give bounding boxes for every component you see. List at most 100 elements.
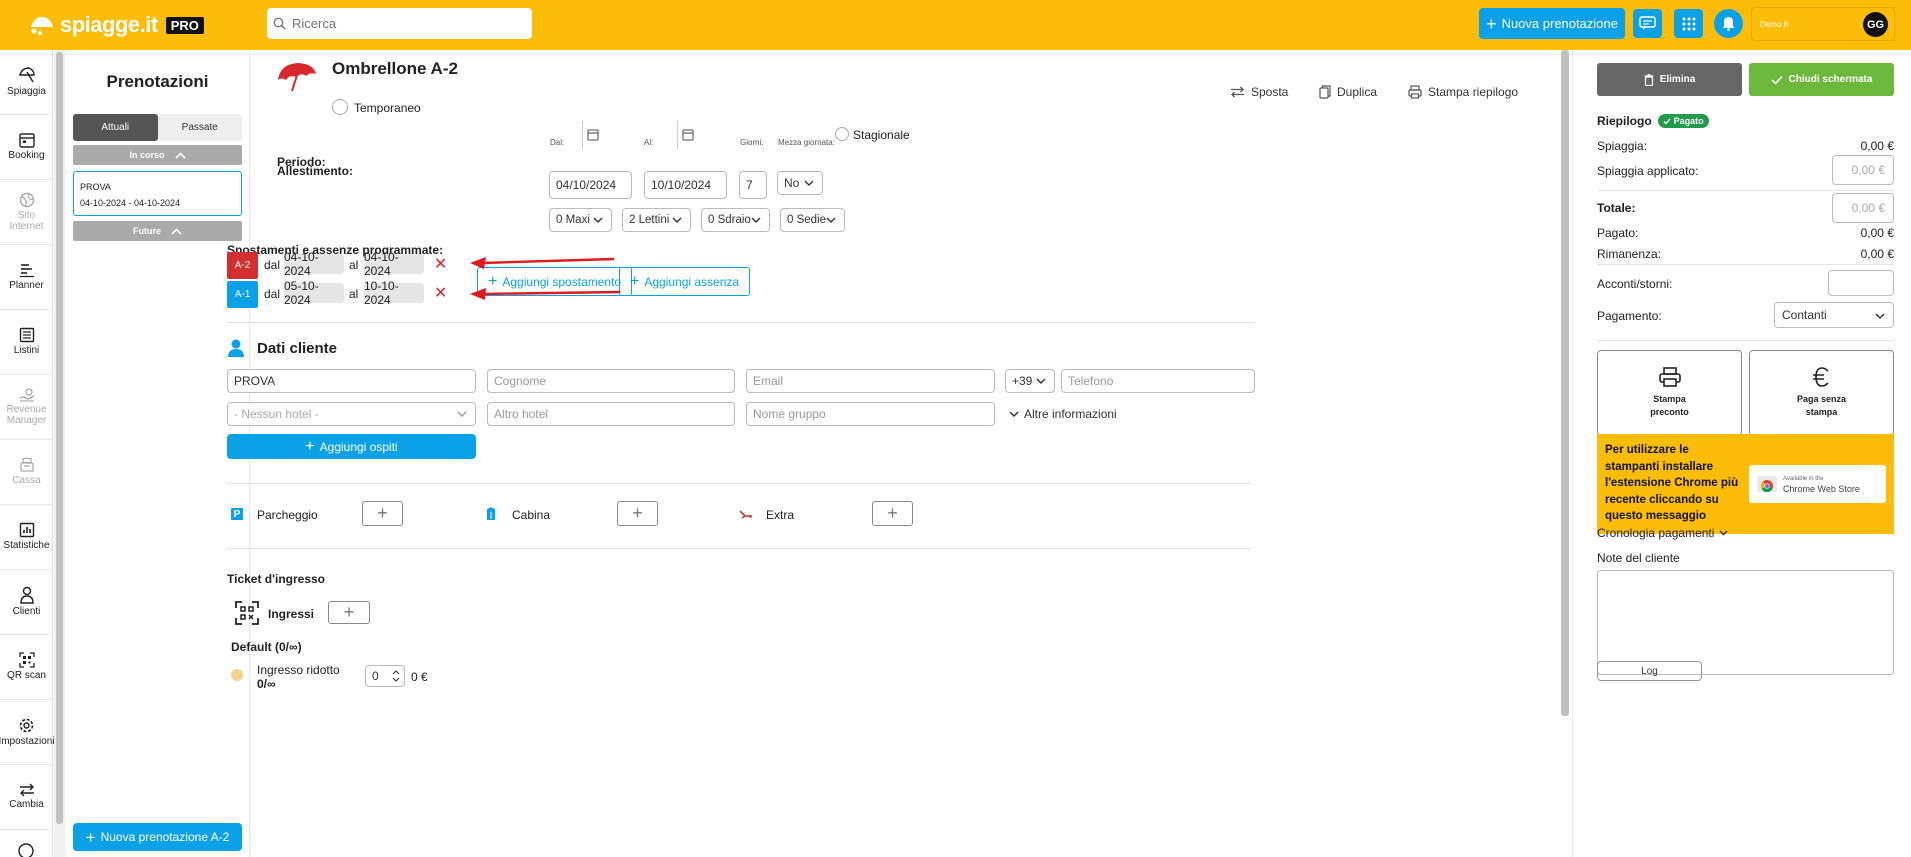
section-current-toggle[interactable]: In corso	[73, 145, 242, 165]
remove-move-icon[interactable]: ✕	[434, 254, 447, 274]
from-word: dal	[264, 287, 281, 301]
pay-no-print-button[interactable]: Paga senza stampa	[1749, 350, 1894, 436]
print-preaccount-button[interactable]: Stampa preconto	[1597, 350, 1742, 436]
main-scrollbar[interactable]	[1560, 50, 1570, 857]
logo-icon	[31, 17, 53, 35]
nav-item-clienti[interactable]: Clienti	[0, 570, 53, 635]
move-from-date[interactable]: 05-10-2024	[284, 279, 344, 307]
notes-label: Note del cliente	[1597, 551, 1680, 565]
search-input[interactable]	[292, 16, 512, 31]
group-name-field[interactable]: Nome gruppo	[746, 402, 995, 426]
nav-label: Listini	[13, 345, 40, 357]
add-cabin-button[interactable]: +	[617, 501, 658, 526]
add-guests-button[interactable]: + Aggiungi ospiti	[227, 434, 476, 459]
stepper-arrows-icon[interactable]	[392, 668, 400, 684]
delete-button[interactable]: Elimina	[1597, 63, 1742, 96]
plus-icon: +	[630, 272, 640, 290]
applied-input[interactable]: 0,00 €	[1832, 155, 1894, 185]
total-input[interactable]: 0,00 €	[1832, 193, 1894, 223]
umbrella-icon	[18, 67, 35, 83]
from-word: dal	[264, 258, 281, 272]
hotel-select[interactable]: - Nessun hotel -	[227, 402, 476, 426]
move-button[interactable]: Sposta	[1230, 85, 1288, 99]
move-from-date[interactable]: 04-10-2024	[284, 250, 344, 278]
user-name: Demo 8	[1760, 20, 1789, 29]
add-extra-button[interactable]: +	[872, 501, 913, 526]
print-summary-label: Stampa riepilogo	[1428, 85, 1519, 99]
nav-label: QR scan	[7, 670, 46, 682]
tab-current[interactable]: Attuali	[73, 114, 158, 141]
setup-label: Allestimento:	[277, 164, 354, 178]
nav-item-qr-scan[interactable]: QR scan	[0, 635, 53, 700]
new-booking-spot-button[interactable]: + Nuova prenotazione A-2	[73, 823, 242, 851]
name-field[interactable]: PROVA	[227, 369, 476, 393]
notifications-button[interactable]	[1714, 9, 1743, 38]
payment-history-toggle[interactable]: Cronologia pagamenti	[1597, 526, 1728, 540]
other-hotel-field[interactable]: Altro hotel	[487, 402, 735, 426]
nav-item-planner[interactable]: Planner	[0, 245, 53, 310]
to-label: Al:	[644, 138, 654, 147]
section-future-toggle[interactable]: Future	[73, 221, 242, 241]
nav-item-booking[interactable]: Booking	[0, 115, 53, 180]
print-summary-button[interactable]: Stampa riepilogo	[1408, 85, 1518, 99]
chrome-web-store-badge[interactable]: Available in the Chrome Web Store	[1749, 465, 1886, 503]
nav-item-revenue-manager[interactable]: Revenue Manager	[0, 375, 53, 440]
log-button[interactable]: Log	[1597, 661, 1702, 681]
tab-past[interactable]: Passate	[157, 114, 242, 141]
page-title: Ombrellone A-2	[332, 59, 458, 78]
nav-item-statistiche[interactable]: Statistiche	[0, 505, 53, 570]
remove-move-icon[interactable]: ✕	[434, 283, 447, 303]
chairs-select[interactable]: 0 Sedie	[780, 208, 845, 232]
applied-placeholder: 0,00 €	[1851, 163, 1885, 177]
calendar-icon[interactable]	[682, 128, 694, 141]
temporary-checkbox[interactable]	[332, 99, 348, 115]
nav-item-spiaggia[interactable]: Spiaggia	[0, 50, 53, 115]
close-screen-button[interactable]: Chiudi schermata	[1749, 63, 1894, 96]
phone-field[interactable]: Telefono	[1061, 369, 1255, 393]
logo[interactable]: spiagge.it PRO	[28, 12, 204, 38]
deckchairs-select[interactable]: 0 Sdraio	[701, 208, 770, 232]
new-booking-button[interactable]: + Nuova prenotazione	[1479, 8, 1625, 39]
date-from-input[interactable]: 04/10/2024	[549, 171, 632, 199]
email-field[interactable]: Email	[746, 369, 995, 393]
summary-heading: Riepilogo Pagato	[1597, 114, 1709, 128]
help-button[interactable]	[18, 843, 34, 857]
booking-card[interactable]: PROVA 04-10-2024 - 04-10-2024	[73, 171, 242, 216]
chrome-extension-banner[interactable]: Per utilizzare le stampanti installare l…	[1597, 434, 1894, 534]
nav-item-cassa[interactable]: Cassa	[0, 440, 53, 505]
notes-textarea[interactable]	[1597, 570, 1894, 675]
apps-button[interactable]	[1674, 9, 1703, 38]
half-day-select[interactable]: No	[777, 171, 823, 195]
check-icon	[1771, 75, 1783, 85]
temporary-label: Temporaneo	[354, 101, 421, 115]
calendar-icon[interactable]	[587, 128, 599, 141]
add-absence-button[interactable]: + Aggiungi assenza	[619, 267, 751, 296]
days-input[interactable]: 7	[739, 171, 767, 199]
phone-prefix-select[interactable]: +39	[1005, 369, 1055, 393]
duplicate-button[interactable]: Duplica	[1319, 85, 1377, 99]
surname-field[interactable]: Cognome	[487, 369, 735, 393]
nav-item-listini[interactable]: Listini	[0, 310, 53, 375]
nav-item-cambia[interactable]: Cambia	[0, 765, 53, 830]
add-parking-button[interactable]: +	[362, 501, 403, 526]
chevron-down-icon	[1875, 313, 1885, 319]
maxi-select[interactable]: 0 Maxi	[549, 208, 612, 232]
user-menu[interactable]: Demo 8 GG	[1751, 7, 1895, 41]
reduced-ticket-label: Ingresso ridotto	[257, 663, 340, 677]
payment-select[interactable]: Contanti	[1774, 302, 1894, 328]
more-info-toggle[interactable]: Altre informazioni	[1009, 407, 1117, 421]
chat-button[interactable]	[1633, 9, 1662, 38]
move-to-date[interactable]: 04-10-2024	[364, 250, 424, 278]
date-to-input[interactable]: 10/10/2024	[644, 171, 727, 199]
nav-item-sito-internet[interactable]: Sito Internet	[0, 180, 53, 245]
beds-select[interactable]: 2 Lettini	[622, 208, 691, 232]
search-box[interactable]	[267, 8, 532, 39]
avatar: GG	[1863, 12, 1888, 37]
nav-item-impostazioni[interactable]: Impostazioni	[0, 700, 55, 765]
seasonal-checkbox[interactable]	[835, 127, 849, 141]
nav-scrollbar[interactable]	[54, 50, 65, 857]
deposits-input[interactable]	[1828, 270, 1894, 296]
reduced-qty-stepper[interactable]: 0	[365, 665, 405, 687]
move-to-date[interactable]: 10-10-2024	[364, 279, 424, 307]
add-entry-button[interactable]: +	[328, 601, 370, 624]
